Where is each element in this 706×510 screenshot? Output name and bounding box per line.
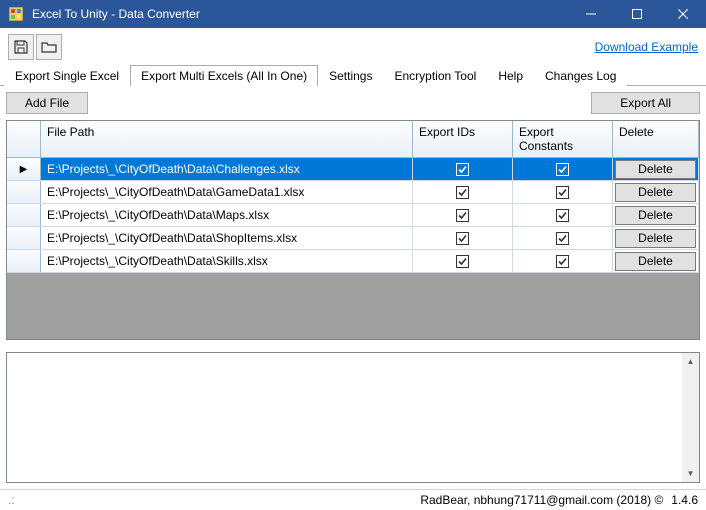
- scroll-down-icon[interactable]: ▼: [682, 465, 699, 482]
- row-indicator[interactable]: ▶: [7, 158, 41, 180]
- cell-export-constants[interactable]: [513, 204, 613, 226]
- table-row[interactable]: E:\Projects\_\CityOfDeath\Data\Maps.xlsx…: [7, 204, 699, 227]
- scrollbar[interactable]: ▲ ▼: [682, 353, 699, 482]
- row-indicator[interactable]: [7, 250, 41, 272]
- delete-button[interactable]: Delete: [615, 183, 696, 202]
- add-file-button[interactable]: Add File: [6, 92, 88, 114]
- col-header-ids[interactable]: Export IDs: [413, 121, 513, 157]
- statusbar: .: RadBear, nbhung71711@gmail.com (2018)…: [0, 489, 706, 510]
- status-credit: RadBear, nbhung71711@gmail.com (2018) ©: [420, 493, 663, 507]
- row-indicator[interactable]: [7, 181, 41, 203]
- app-icon: [8, 6, 24, 22]
- cell-path[interactable]: E:\Projects\_\CityOfDeath\Data\Skills.xl…: [41, 250, 413, 272]
- cell-export-ids[interactable]: [413, 227, 513, 249]
- table-row[interactable]: E:\Projects\_\CityOfDeath\Data\ShopItems…: [7, 227, 699, 250]
- cell-path[interactable]: E:\Projects\_\CityOfDeath\Data\ShopItems…: [41, 227, 413, 249]
- scroll-up-icon[interactable]: ▲: [682, 353, 699, 370]
- close-button[interactable]: [660, 0, 706, 28]
- cell-export-ids[interactable]: [413, 250, 513, 272]
- export-all-button[interactable]: Export All: [591, 92, 700, 114]
- download-example-link[interactable]: Download Example: [595, 40, 698, 54]
- tab-encryption-tool[interactable]: Encryption Tool: [383, 65, 487, 86]
- cell-export-constants[interactable]: [513, 181, 613, 203]
- row-indicator[interactable]: [7, 227, 41, 249]
- status-version: 1.4.6: [671, 493, 698, 507]
- cell-path[interactable]: E:\Projects\_\CityOfDeath\Data\Maps.xlsx: [41, 204, 413, 226]
- checkbox[interactable]: [556, 186, 569, 199]
- cell-export-ids[interactable]: [413, 181, 513, 203]
- col-header-constants[interactable]: Export Constants: [513, 121, 613, 157]
- tabstrip: Export Single ExcelExport Multi Excels (…: [0, 64, 706, 85]
- table-row[interactable]: ▶E:\Projects\_\CityOfDeath\Data\Challeng…: [7, 158, 699, 181]
- log-textbox[interactable]: ▲ ▼: [6, 352, 700, 483]
- checkbox[interactable]: [456, 186, 469, 199]
- grid-header: File Path Export IDs Export Constants De…: [7, 121, 699, 158]
- table-row[interactable]: E:\Projects\_\CityOfDeath\Data\Skills.xl…: [7, 250, 699, 273]
- tab-panel: Add File Export All File Path Export IDs…: [0, 85, 706, 346]
- cell-delete: Delete: [613, 204, 699, 226]
- cell-delete: Delete: [613, 181, 699, 203]
- cell-export-constants[interactable]: [513, 250, 613, 272]
- save-icon-button[interactable]: [8, 34, 34, 60]
- maximize-button[interactable]: [614, 0, 660, 28]
- cell-delete: Delete: [613, 227, 699, 249]
- row-indicator[interactable]: [7, 204, 41, 226]
- tab-changes-log[interactable]: Changes Log: [534, 65, 627, 86]
- tab-export-single-excel[interactable]: Export Single Excel: [4, 65, 130, 86]
- col-header-delete[interactable]: Delete: [613, 121, 699, 157]
- cell-delete: Delete: [613, 158, 699, 180]
- cell-export-constants[interactable]: [513, 227, 613, 249]
- titlebar: Excel To Unity - Data Converter: [0, 0, 706, 28]
- cell-export-ids[interactable]: [413, 204, 513, 226]
- delete-button[interactable]: Delete: [615, 206, 696, 225]
- checkbox[interactable]: [456, 163, 469, 176]
- cell-path[interactable]: E:\Projects\_\CityOfDeath\Data\GameData1…: [41, 181, 413, 203]
- resize-grip-icon: .:: [8, 493, 20, 507]
- toolbar: Download Example: [0, 28, 706, 62]
- cell-export-ids[interactable]: [413, 158, 513, 180]
- checkbox[interactable]: [556, 255, 569, 268]
- delete-button[interactable]: Delete: [615, 252, 696, 271]
- row-header-corner: [7, 121, 41, 157]
- delete-button[interactable]: Delete: [615, 160, 696, 179]
- col-header-path[interactable]: File Path: [41, 121, 413, 157]
- cell-delete: Delete: [613, 250, 699, 272]
- open-folder-icon-button[interactable]: [36, 34, 62, 60]
- file-grid[interactable]: File Path Export IDs Export Constants De…: [6, 120, 700, 340]
- window-title: Excel To Unity - Data Converter: [32, 7, 568, 21]
- tab-export-multi-excels-all-in-one-[interactable]: Export Multi Excels (All In One): [130, 65, 318, 86]
- checkbox[interactable]: [556, 209, 569, 222]
- tab-settings[interactable]: Settings: [318, 65, 383, 86]
- minimize-button[interactable]: [568, 0, 614, 28]
- checkbox[interactable]: [456, 209, 469, 222]
- checkbox[interactable]: [456, 255, 469, 268]
- delete-button[interactable]: Delete: [615, 229, 696, 248]
- tab-help[interactable]: Help: [487, 65, 534, 86]
- cell-export-constants[interactable]: [513, 158, 613, 180]
- checkbox[interactable]: [556, 232, 569, 245]
- cell-path[interactable]: E:\Projects\_\CityOfDeath\Data\Challenge…: [41, 158, 413, 180]
- checkbox[interactable]: [556, 163, 569, 176]
- checkbox[interactable]: [456, 232, 469, 245]
- table-row[interactable]: E:\Projects\_\CityOfDeath\Data\GameData1…: [7, 181, 699, 204]
